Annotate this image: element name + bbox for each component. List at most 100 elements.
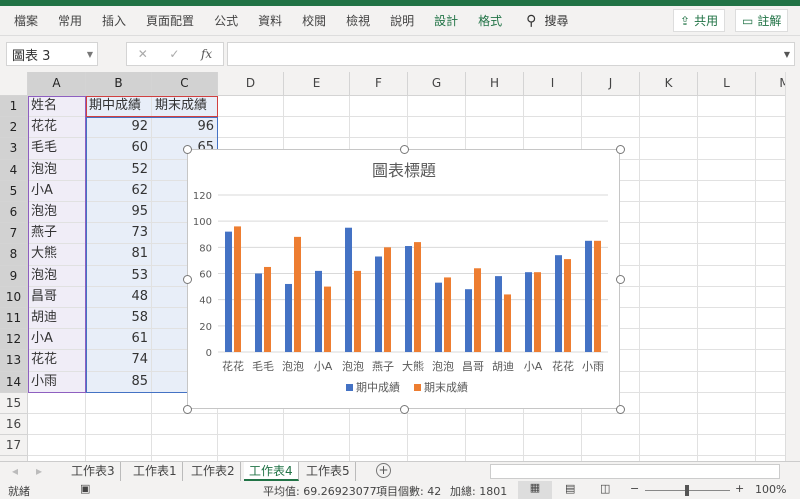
cell[interactable] [640, 202, 698, 224]
bar-final[interactable] [324, 286, 331, 352]
cancel-icon[interactable]: ✕ [138, 47, 148, 61]
cell[interactable] [756, 350, 785, 372]
cell[interactable] [152, 414, 218, 436]
cell[interactable] [466, 435, 524, 457]
sheet-tab[interactable]: 工作表5 [301, 462, 356, 481]
cell[interactable] [698, 414, 756, 436]
bar-midterm[interactable] [555, 255, 562, 352]
bar-midterm[interactable] [315, 270, 322, 352]
column-header[interactable]: A [28, 72, 86, 96]
page-layout-icon[interactable]: ▤ [565, 482, 575, 495]
enter-icon[interactable]: ✓ [169, 47, 179, 61]
chart-title[interactable]: 圖表標題 [372, 161, 436, 180]
select-all-corner[interactable] [0, 72, 28, 96]
row-header[interactable]: 4 [0, 159, 28, 181]
ribbon-tab[interactable]: 校閱 [292, 12, 336, 29]
resize-handle[interactable] [399, 145, 409, 154]
cell[interactable] [640, 350, 698, 372]
bar-final[interactable] [234, 226, 241, 352]
cell[interactable] [756, 329, 785, 351]
cell[interactable] [756, 266, 785, 287]
cell[interactable] [756, 117, 785, 139]
cell[interactable] [756, 244, 785, 266]
resize-handle[interactable] [399, 405, 409, 414]
cell[interactable] [640, 96, 698, 118]
cell[interactable] [756, 181, 785, 202]
cell[interactable] [466, 117, 524, 139]
cell[interactable] [698, 371, 756, 393]
cell[interactable] [698, 159, 756, 181]
cell[interactable] [152, 435, 218, 457]
row-header[interactable]: 7 [0, 223, 28, 245]
bar-final[interactable] [354, 270, 361, 352]
cell[interactable] [756, 308, 785, 330]
row-header[interactable]: 6 [0, 202, 28, 224]
cell[interactable] [582, 414, 640, 436]
bar-midterm[interactable] [525, 272, 532, 352]
bar-midterm[interactable] [285, 283, 292, 352]
row-header[interactable]: 15 [0, 392, 28, 414]
cell[interactable] [756, 435, 785, 457]
cell[interactable] [218, 117, 284, 139]
bar-final[interactable] [384, 247, 391, 352]
row-header[interactable]: 13 [0, 350, 28, 372]
sheet-tab[interactable]: 工作表1 [128, 462, 183, 481]
zoom-in-button[interactable]: + [735, 482, 744, 495]
cell[interactable] [284, 96, 350, 118]
row-header[interactable]: 3 [0, 138, 28, 160]
cell[interactable] [640, 286, 698, 308]
vertical-scrollbar[interactable] [785, 72, 800, 461]
ribbon-tab[interactable]: 資料 [248, 12, 292, 29]
cell[interactable] [640, 329, 698, 351]
cell[interactable] [698, 117, 756, 139]
column-header[interactable]: L [698, 72, 756, 96]
column-header[interactable]: B [86, 72, 152, 96]
cell[interactable] [756, 96, 785, 118]
cell[interactable] [640, 244, 698, 266]
column-header[interactable]: M [756, 72, 785, 96]
cell[interactable] [640, 392, 698, 414]
cell[interactable] [284, 117, 350, 139]
cell[interactable] [640, 435, 698, 457]
cell[interactable] [698, 244, 756, 266]
cell[interactable] [698, 329, 756, 351]
cell[interactable] [756, 160, 785, 181]
cell[interactable] [28, 392, 86, 414]
zoom-level[interactable]: 100% [755, 483, 786, 496]
cell[interactable] [756, 138, 785, 160]
ribbon-tab[interactable]: 設計 [424, 12, 468, 29]
legend-label[interactable]: 期末成績 [424, 380, 468, 394]
macro-record-icon[interactable]: ▣ [80, 482, 90, 495]
scroll-left-icon[interactable]: ◂ [12, 464, 18, 478]
cell[interactable] [698, 308, 756, 330]
cell[interactable] [408, 96, 466, 118]
cell[interactable] [640, 180, 698, 202]
page-break-icon[interactable]: ◫ [600, 482, 610, 495]
cell[interactable] [350, 96, 408, 118]
cell[interactable] [698, 265, 756, 287]
resize-handle[interactable] [183, 405, 192, 414]
cell[interactable] [466, 96, 524, 118]
row-header[interactable]: 12 [0, 329, 28, 351]
zoom-out-button[interactable]: − [630, 482, 639, 495]
bar-final[interactable] [414, 242, 421, 352]
bar-final[interactable] [504, 294, 511, 352]
cell[interactable] [284, 435, 350, 457]
cell[interactable] [350, 414, 408, 436]
cell[interactable] [698, 202, 756, 224]
search-box[interactable]: ⚲ 搜尋 [526, 12, 568, 29]
cell[interactable] [698, 392, 756, 414]
resize-handle[interactable] [616, 275, 625, 284]
bar-final[interactable] [564, 259, 571, 352]
cell[interactable] [408, 117, 466, 139]
row-header[interactable]: 11 [0, 308, 28, 330]
cell[interactable] [466, 414, 524, 436]
bar-final[interactable] [264, 266, 271, 352]
bar-midterm[interactable] [405, 246, 412, 352]
row-header[interactable]: 17 [0, 435, 28, 457]
column-header[interactable]: H [466, 72, 524, 96]
cell[interactable] [408, 435, 466, 457]
ribbon-tab[interactable]: 檔案 [4, 12, 48, 29]
cell[interactable] [524, 117, 582, 139]
cell[interactable] [698, 180, 756, 202]
